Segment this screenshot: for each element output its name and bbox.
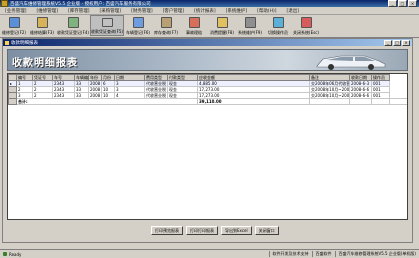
status-product: 百盛汽车维修管理系统V5.5 企业版(单机版) bbox=[335, 251, 419, 257]
status-company: 百盛软件 bbox=[312, 251, 335, 257]
report-window-title-bar: 收款明细报表 _ □ × bbox=[3, 39, 412, 46]
print-preview-button[interactable]: 打印预览报表 bbox=[151, 226, 183, 235]
toolbar-system[interactable]: 系统维护(F9) bbox=[236, 15, 264, 36]
cell-year: 2008 bbox=[89, 93, 102, 99]
app-icon bbox=[1, 0, 8, 7]
report-window-title: 收款明细报表 bbox=[11, 40, 384, 46]
status-ready-text: Ready bbox=[9, 252, 21, 257]
menu-customer[interactable]: [客户管理] bbox=[158, 8, 190, 14]
cell-year: 2008 bbox=[89, 81, 102, 87]
ready-icon bbox=[3, 252, 7, 256]
search-doc-icon bbox=[102, 18, 113, 27]
report-minimize-button[interactable]: _ bbox=[384, 40, 392, 46]
report-maximize-button[interactable]: □ bbox=[393, 40, 401, 46]
bell-icon bbox=[217, 17, 228, 28]
box-icon bbox=[161, 17, 172, 28]
car-icon bbox=[133, 17, 144, 28]
app-title-bar: 百盛汽车维修管理系统V5.5 企业版 - 授权用户: 百盛汽车服务有限公司 _ … bbox=[0, 0, 419, 7]
toolbar-claim[interactable]: 事故理赔 bbox=[180, 15, 208, 36]
menu-help[interactable]: [帮助(H)] bbox=[252, 8, 281, 14]
cell-fee-type: 代收营业税 bbox=[145, 93, 168, 99]
cell-year: 2008 bbox=[89, 87, 102, 93]
menu-bar: [业务管理] [维修管理] [库存管理] [采购管理] [财务管理] [客户管理… bbox=[0, 7, 419, 15]
menu-exit[interactable]: [退出] bbox=[282, 8, 305, 14]
report-icon bbox=[5, 41, 9, 45]
car-illustration bbox=[313, 52, 389, 70]
toolbar-reminder[interactable]: 消费提醒(F8) bbox=[208, 15, 236, 36]
toolbar-close-system[interactable]: 关闭系统(Esc) bbox=[292, 15, 320, 36]
toolbar: 维修登记(F2) 维修结算(F3) 收款凭证登记(F4) 收款凭证查询(F5) … bbox=[0, 15, 419, 38]
toolbar-repair-register[interactable]: 维修登记(F2) bbox=[0, 15, 28, 36]
toolbar-repair-settle[interactable]: 维修结算(F3) bbox=[28, 15, 56, 36]
receipt-grid[interactable]: 编号 凭证号 车号 车辆编号 年份 月份 日期 费用类型 付款类型 应收金额 备… bbox=[7, 73, 408, 220]
menu-system[interactable]: [系统维护] bbox=[221, 8, 253, 14]
toolbar-stock-query[interactable]: 库存查询(F7) bbox=[152, 15, 180, 36]
minimize-button[interactable]: _ bbox=[388, 0, 397, 7]
toolbar-receipt-register[interactable]: 收款凭证登记(F4) bbox=[56, 15, 90, 36]
total-row: 合计: 39,110.00 bbox=[9, 99, 409, 105]
action-buttons: 打印预览报表 打印打印报表 导出到Excel 关闭窗口 bbox=[151, 226, 279, 235]
close-button[interactable]: × bbox=[408, 0, 417, 7]
print-report-button[interactable]: 打印打印报表 bbox=[186, 226, 218, 235]
menu-repair[interactable]: [维修管理] bbox=[32, 8, 64, 14]
export-excel-button[interactable]: 导出到Excel bbox=[221, 226, 252, 235]
menu-inventory[interactable]: [库存管理] bbox=[63, 8, 95, 14]
user-icon bbox=[273, 17, 284, 28]
cell-note: 交2008年06月代收营业税(汇) bbox=[310, 81, 350, 87]
grid-empty-area bbox=[8, 110, 407, 220]
total-amount: 39,110.00 bbox=[198, 99, 310, 105]
report-heading: 收款明细报表 bbox=[12, 54, 78, 69]
menu-reports[interactable]: [统计报表] bbox=[189, 8, 221, 14]
toolbar-receipt-query[interactable]: 收款凭证查询(F5) bbox=[90, 15, 124, 36]
cell-note: 交2008年10月~2008年10月代收营业税(汇) bbox=[310, 93, 350, 99]
report-window: 收款明细报表 _ □ × 收款明细报表 编号 凭证号 bbox=[2, 38, 413, 243]
cell-receipt-date: 2008-6-3 bbox=[350, 81, 372, 87]
power-icon bbox=[301, 17, 312, 28]
menu-purchase[interactable]: [采购管理] bbox=[95, 8, 127, 14]
row-indicator bbox=[9, 99, 17, 105]
report-close-button[interactable]: × bbox=[402, 40, 410, 46]
receipt-icon bbox=[68, 17, 79, 28]
toolbar-vehicle-register[interactable]: 车辆登记(F6) bbox=[124, 15, 152, 36]
close-window-button[interactable]: 关闭窗口 bbox=[255, 226, 279, 235]
wrench-icon bbox=[9, 17, 20, 28]
menu-business[interactable]: [业务管理] bbox=[0, 8, 32, 14]
calculator-icon bbox=[37, 17, 48, 28]
col-header-vehicle-id[interactable]: 车辆编号 bbox=[75, 75, 89, 81]
cell-receipt-date: 2008-6-6 bbox=[350, 87, 372, 93]
total-label: 合计: bbox=[17, 99, 198, 105]
cell-receipt-date: 2008-6-6 bbox=[350, 93, 372, 99]
cell-note: 交2008年10月~2008年10月代收营业税(汇) bbox=[310, 87, 350, 93]
status-ready: Ready bbox=[0, 252, 269, 257]
status-support: 软件开发及技术支持 bbox=[269, 251, 312, 257]
cell-fee-type: 代收营业税 bbox=[145, 87, 168, 93]
claim-icon bbox=[189, 17, 200, 28]
maximize-button[interactable]: □ bbox=[398, 0, 407, 7]
toolbar-switch-user[interactable]: 切换操作员 bbox=[264, 15, 292, 36]
app-title: 百盛汽车维修管理系统V5.5 企业版 - 授权用户: 百盛汽车服务有限公司 bbox=[10, 1, 388, 7]
report-banner: 收款明细报表 bbox=[7, 49, 408, 71]
menu-finance[interactable]: [财务管理] bbox=[126, 8, 158, 14]
gear-icon bbox=[245, 17, 256, 28]
cell-fee-type: 代收营业税 bbox=[145, 81, 168, 87]
